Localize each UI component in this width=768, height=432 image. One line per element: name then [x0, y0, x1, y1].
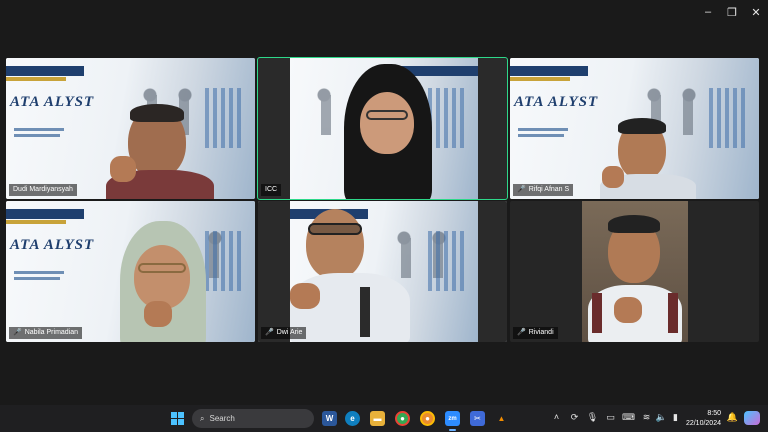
- participant-name: ICC: [265, 186, 278, 193]
- video-tile[interactable]: 🎤 Riviandi: [510, 201, 759, 342]
- wifi-icon[interactable]: ≋: [640, 412, 653, 423]
- chrome-icon[interactable]: ●: [395, 411, 410, 426]
- taskbar-search[interactable]: ⌕ Search: [192, 409, 314, 428]
- speaker-icon[interactable]: 🔈: [655, 412, 668, 423]
- microphone-icon[interactable]: 🎙: [586, 412, 599, 423]
- muted-mic-icon: 🎤: [517, 186, 526, 193]
- battery-icon[interactable]: ▮: [669, 412, 682, 423]
- participant-name: Riviandi: [528, 329, 554, 336]
- participant-name-tag: ICC: [261, 184, 282, 196]
- participant-name: Dudi Mardiyansyah: [13, 186, 73, 193]
- windows-start-icon[interactable]: [171, 412, 184, 425]
- clock-date: 22/10/2024: [685, 420, 721, 427]
- file-explorer-icon[interactable]: ▬: [370, 411, 385, 426]
- copilot-icon[interactable]: [744, 411, 760, 425]
- edge-icon[interactable]: e: [345, 411, 360, 426]
- vlc-icon[interactable]: ▲: [494, 411, 509, 426]
- video-tile[interactable]: ATA ALYST Dudi Mardiyansyah: [6, 58, 255, 199]
- chevron-up-icon[interactable]: ˄: [550, 412, 563, 422]
- slide-title: ATA ALYST: [10, 237, 95, 253]
- video-tile-active-speaker[interactable]: ICC: [257, 57, 508, 200]
- keyboard-icon[interactable]: ⌨: [622, 412, 635, 423]
- video-tile[interactable]: 🎤 Dwi Arie: [258, 201, 507, 342]
- close-button[interactable]: ✕: [744, 3, 768, 21]
- taskbar: ⌕ Search W e ▬ ● ● zm ✂ ▲ ˄ ⟳ 🎙 ▭ ⌨ ≋ 🔈 …: [0, 405, 768, 432]
- notification-bell-icon[interactable]: 🔔: [726, 412, 739, 423]
- clock-time: 8:50: [707, 410, 721, 417]
- window-titlebar: – ❐ ✕: [0, 0, 768, 24]
- chrome-profile-icon[interactable]: ●: [420, 411, 435, 426]
- participant-name: Rifqi Afnan S: [528, 186, 570, 193]
- video-tile[interactable]: ATA ALYST 🎤 Rifqi Afnan S: [510, 58, 759, 199]
- monitor-icon[interactable]: ▭: [604, 412, 617, 423]
- participant-name-tag: 🎤 Rifqi Afnan S: [513, 184, 574, 196]
- muted-mic-icon: 🎤: [13, 329, 22, 336]
- slide-title: ATA ALYST: [514, 94, 599, 110]
- zoom-icon[interactable]: zm: [445, 411, 460, 431]
- participant-name: Nabila Primadian: [24, 329, 79, 336]
- maximize-button[interactable]: ❐: [720, 3, 744, 21]
- search-icon: ⌕: [200, 413, 205, 423]
- word-icon[interactable]: W: [322, 411, 337, 426]
- video-tile[interactable]: ATA ALYST 🎤 Nabila Primadian: [6, 201, 255, 342]
- muted-mic-icon: 🎤: [265, 329, 274, 336]
- muted-mic-icon: 🎤: [517, 329, 526, 336]
- participant-name-tag: 🎤 Riviandi: [513, 327, 558, 339]
- search-label: Search: [209, 414, 235, 423]
- participant-name-tag: 🎤 Dwi Arie: [261, 327, 307, 339]
- participant-name-tag: Dudi Mardiyansyah: [9, 184, 77, 196]
- participant-name-tag: 🎤 Nabila Primadian: [9, 327, 83, 339]
- minimize-button[interactable]: –: [696, 3, 720, 21]
- clock[interactable]: 8:50 22/10/2024: [683, 409, 721, 429]
- participant-name: Dwi Arie: [276, 329, 303, 336]
- slide-title: ATA ALYST: [10, 94, 95, 110]
- snipping-tool-icon[interactable]: ✂: [470, 411, 485, 426]
- sync-icon[interactable]: ⟳: [568, 412, 581, 423]
- video-gallery: ATA ALYST Dudi Mardiyansyah ICC ATA ALYS…: [0, 24, 768, 405]
